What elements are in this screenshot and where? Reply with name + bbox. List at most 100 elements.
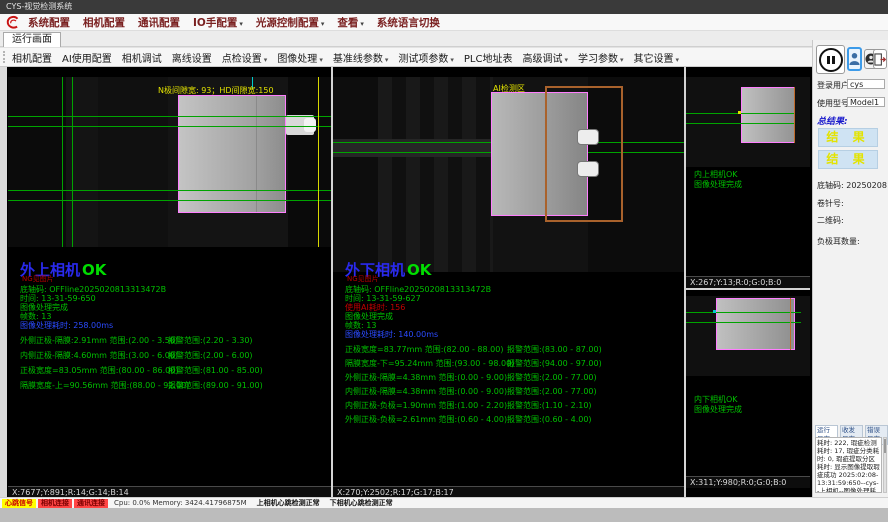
measurement-list: 外侧正极-隔膜:2.91mm 范围:(2.00 - 3.50)报警范围:(2.2… — [20, 335, 331, 395]
guide-line-horizontal — [686, 322, 801, 323]
measurement-row: 正极宽度=83.77mm 范围:(82.00 - 88.00)报警范围:(83.… — [345, 344, 684, 358]
camera-view-inner-lower: 内下相机OK图像处理完成 X:311;Y:980;R:0;G:0;B:0 — [686, 290, 810, 497]
upper-camera-heartbeat-status: 上相机心跳检测正常 — [257, 498, 320, 508]
electrode-roi-block — [178, 95, 286, 213]
status-badges: 心跳信号相机连接通讯连接 — [0, 499, 108, 508]
gap-width-label: N极间隙宽: 93；HD间隙宽:150 — [158, 85, 274, 96]
measurement-row: 外侧正极-隔膜:2.91mm 范围:(2.00 - 3.50)报警范围:(2.2… — [20, 335, 331, 350]
result-display: 结 果 — [818, 128, 878, 147]
info-line: 图像处理完成 — [694, 405, 742, 415]
info-line: 内上相机OK — [694, 170, 742, 180]
toolbar: 相机配置 AI使用配置相机调试离线设置点检设置▾ 图像处理▾ 基准线参数▾ 测试项参数▾… — [0, 47, 812, 67]
camera-info-lines: 内下相机OK图像处理完成 — [694, 395, 742, 415]
toolbar-item[interactable]: 相机配置 — [12, 50, 52, 65]
alarm-range: 报警范围:(1.10 - 2.10) — [507, 400, 592, 411]
guide-line-horizontal — [686, 312, 801, 313]
toolbar-item[interactable]: 相机调试 — [122, 50, 162, 65]
measurement-row: 外侧正极-负极=2.61mm 范围:(0.60 - 4.00)报警范围:(0.6… — [345, 414, 684, 428]
toolbar-item[interactable]: 基准线参数▾ — [333, 50, 389, 65]
toolbar-item[interactable]: AI使用配置 — [62, 50, 112, 65]
measurement-row: 正极宽度=83.05mm 范围:(80.00 - 86.00)报警范围:(81.… — [20, 365, 331, 380]
guide-line-vertical — [62, 77, 63, 247]
camera-image[interactable] — [686, 296, 810, 376]
toolbar-item[interactable]: 点检设置▾ — [222, 50, 268, 65]
status-badge: 相机连接 — [38, 499, 72, 508]
measurement-row: 内侧正极-隔膜=4.38mm 范围:(0.00 - 9.00)报警范围:(2.0… — [345, 386, 684, 400]
tab-strip: 运行画面 — [0, 31, 888, 47]
titlebar: CYS-视觉检测系统 — [0, 0, 888, 14]
menu-item[interactable]: IO手配置▾ — [193, 15, 243, 30]
measurement-value: 内侧正极-隔膜=4.38mm 范围:(0.00 - 9.00) — [345, 387, 507, 396]
chevron-down-icon: ▾ — [675, 56, 679, 64]
toolbar-grip — [3, 51, 8, 63]
info-line: 帧数: 13 — [345, 321, 491, 330]
toolbar-item[interactable]: 学习参数▾ — [578, 50, 624, 65]
log-scrollbar-thumb[interactable] — [884, 439, 886, 453]
exit-door-icon — [874, 53, 886, 66]
camera-view-outer-upper: N极间隙宽: 93；HD间隙宽:150 外上相机OK NG见图片 底轴码: OF… — [8, 67, 331, 497]
camera-info-lines: 底轴码: OFFline2025020813313472B时间: 13-31-5… — [20, 285, 166, 330]
user-icon — [849, 52, 860, 66]
measurement-row: 隔膜宽度-下=95.24mm 范围:(93.00 - 98.00)报警范围:(9… — [345, 358, 684, 372]
guide-line-vertical — [72, 77, 73, 247]
login-user-input[interactable]: cys — [847, 79, 885, 89]
measurement-value: 正极宽度=83.77mm 范围:(82.00 - 88.00) — [345, 345, 503, 354]
menu-item[interactable]: 光源控制配置▾ — [256, 15, 325, 30]
toolbar-items: 相机配置 AI使用配置相机调试离线设置点检设置▾ 图像处理▾ 基准线参数▾ 测试项参数▾… — [12, 50, 689, 65]
alarm-range: 报警范围:(81.00 - 85.00) — [168, 365, 263, 376]
toolbar-item[interactable]: 离线设置 — [172, 50, 212, 65]
machine-backdrop — [378, 77, 493, 272]
pixel-coords-readout: X:311;Y:980;R:0;G:0;B:0 — [686, 476, 810, 488]
toolbar-item[interactable]: 测试项参数▾ — [398, 50, 454, 65]
pause-button[interactable] — [816, 45, 845, 74]
measurement-value: 内侧正极-负极=1.90mm 范围:(1.00 - 2.20) — [345, 401, 507, 410]
user-login-button[interactable] — [847, 47, 862, 71]
toolbar-item[interactable]: 其它设置▾ — [633, 50, 679, 65]
alarm-range: 报警范围:(89.00 - 91.00) — [168, 380, 263, 391]
camera-image[interactable]: N极间隙宽: 93；HD间隙宽:150 — [8, 77, 331, 247]
machine-backdrop — [8, 77, 66, 247]
measurement-value: 隔膜宽度-下=95.24mm 范围:(93.00 - 98.00) — [345, 359, 514, 368]
menu-item[interactable]: 系统语言切换 — [377, 15, 440, 30]
log-scrollbar[interactable] — [883, 437, 887, 493]
pixel-coords-readout: X:267;Y:13;R:0;G:0;B:0 — [686, 276, 810, 288]
guide-line-horizontal — [8, 190, 331, 191]
model-input[interactable]: Model1 — [847, 97, 885, 107]
alarm-range: 报警范围:(2.20 - 3.30) — [168, 335, 253, 346]
electrode-roi-block — [716, 298, 795, 350]
exit-button[interactable] — [873, 49, 887, 69]
camera-view-outer-lower: AI检测区 外下相机OK NG见图片 底轴码: OFFline202502081… — [333, 67, 684, 497]
camera-image[interactable] — [686, 77, 810, 167]
chevron-down-icon: ▾ — [385, 56, 389, 64]
toolbar-item[interactable]: PLC地址表 — [464, 50, 513, 65]
guide-line-orange — [794, 87, 795, 143]
alarm-range: 报警范围:(2.00 - 6.00) — [168, 350, 253, 361]
toolbar-item[interactable]: 高级调试▾ — [522, 50, 568, 65]
measurement-row: 隔膜宽度-上=90.56mm 范围:(88.00 - 92.00)报警范围:(8… — [20, 380, 331, 395]
log-output[interactable]: 耗时: 222, 瑕疵检测耗时: 17, 瑕疵分类耗时: 0, 瑕疵提取分区耗时… — [815, 437, 882, 493]
chevron-down-icon: ▾ — [264, 56, 268, 64]
camera-image[interactable]: AI检测区 — [333, 77, 684, 272]
menu-item[interactable]: 系统配置 — [28, 15, 70, 30]
chevron-down-icon: ▾ — [450, 56, 454, 64]
tab-run-screen[interactable]: 运行画面 — [3, 32, 61, 47]
menu-item[interactable]: 查看▾ — [337, 15, 364, 30]
toolbar-item[interactable]: 图像处理▾ — [277, 50, 323, 65]
measurement-value: 隔膜宽度-上=90.56mm 范围:(88.00 - 92.00) — [20, 381, 189, 390]
result-ok-badge: OK — [407, 261, 431, 279]
machine-backdrop — [98, 77, 168, 247]
pause-icon — [819, 48, 843, 72]
info-line: 图像处理完成 — [345, 312, 491, 321]
measurement-value: 外侧正极-隔膜=4.38mm 范围:(0.00 - 9.00) — [345, 373, 507, 382]
info-line: 底轴码: OFFline2025020813313472B — [20, 285, 166, 294]
info-line: 图像处理耗时: 258.00ms — [20, 321, 166, 330]
menu-item[interactable]: 通讯配置 — [138, 15, 180, 30]
info-line: 图像处理完成 — [20, 303, 166, 312]
guide-line-horizontal — [8, 116, 331, 117]
chevron-down-icon: ▾ — [564, 56, 568, 64]
result-ok-badge: OK — [82, 261, 106, 279]
measurement-row: 外侧正极-隔膜=4.38mm 范围:(0.00 - 9.00)报警范围:(2.0… — [345, 372, 684, 386]
info-line: 帧数: 13 — [20, 312, 166, 321]
menu-item[interactable]: 相机配置 — [83, 15, 125, 30]
info-line: 使用AI耗时: 156 — [345, 303, 491, 312]
